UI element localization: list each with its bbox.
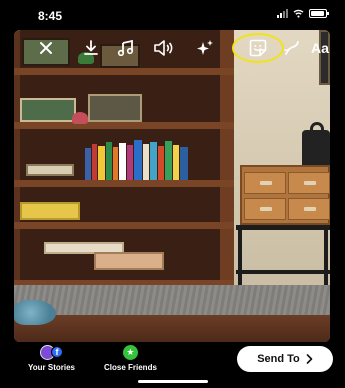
draw-icon: [284, 41, 299, 55]
sparkles-icon: [197, 40, 213, 55]
battery-icon: [309, 9, 329, 18]
wood-floor: [14, 315, 330, 342]
chevron-right-icon: [306, 354, 313, 364]
close-friends-button[interactable]: ★ Close Friends: [104, 344, 157, 372]
story-photo: [14, 30, 330, 342]
send-to-button[interactable]: Send To: [237, 346, 333, 372]
sticker-highlight-circle: [232, 33, 284, 63]
sound-button[interactable]: [152, 38, 174, 58]
facebook-icon: f: [50, 346, 63, 358]
close-icon: [40, 42, 52, 54]
music-icon: [117, 40, 134, 56]
wooden-cabinet: [240, 165, 330, 225]
story-editor-toolbar: Aa: [14, 30, 330, 66]
home-indicator: [138, 380, 208, 383]
wifi-icon: [293, 9, 304, 18]
coffee-maker: [302, 130, 330, 165]
toy: [14, 300, 56, 325]
signal-icon: [277, 9, 288, 18]
close-friends-label: Close Friends: [104, 363, 157, 372]
send-to-label: Send To: [257, 353, 300, 365]
status-icons: [277, 9, 329, 18]
your-stories-label: Your Stories: [28, 363, 75, 372]
download-icon: [84, 40, 98, 55]
status-bar: 8:45: [0, 0, 345, 30]
text-button[interactable]: Aa: [308, 38, 332, 58]
your-stories-button[interactable]: f Your Stories: [28, 344, 75, 372]
status-time: 8:45: [38, 9, 63, 23]
text-icon: Aa: [311, 40, 329, 56]
download-button[interactable]: [82, 38, 100, 58]
speaker-icon: [154, 40, 173, 56]
music-button[interactable]: [116, 38, 136, 58]
effects-button[interactable]: [194, 38, 216, 58]
star-icon: ★: [122, 344, 138, 360]
close-button[interactable]: [36, 38, 56, 58]
draw-button[interactable]: [282, 38, 302, 58]
share-bar: f Your Stories ★ Close Friends Send To: [0, 342, 345, 388]
bookcase: [14, 30, 234, 295]
